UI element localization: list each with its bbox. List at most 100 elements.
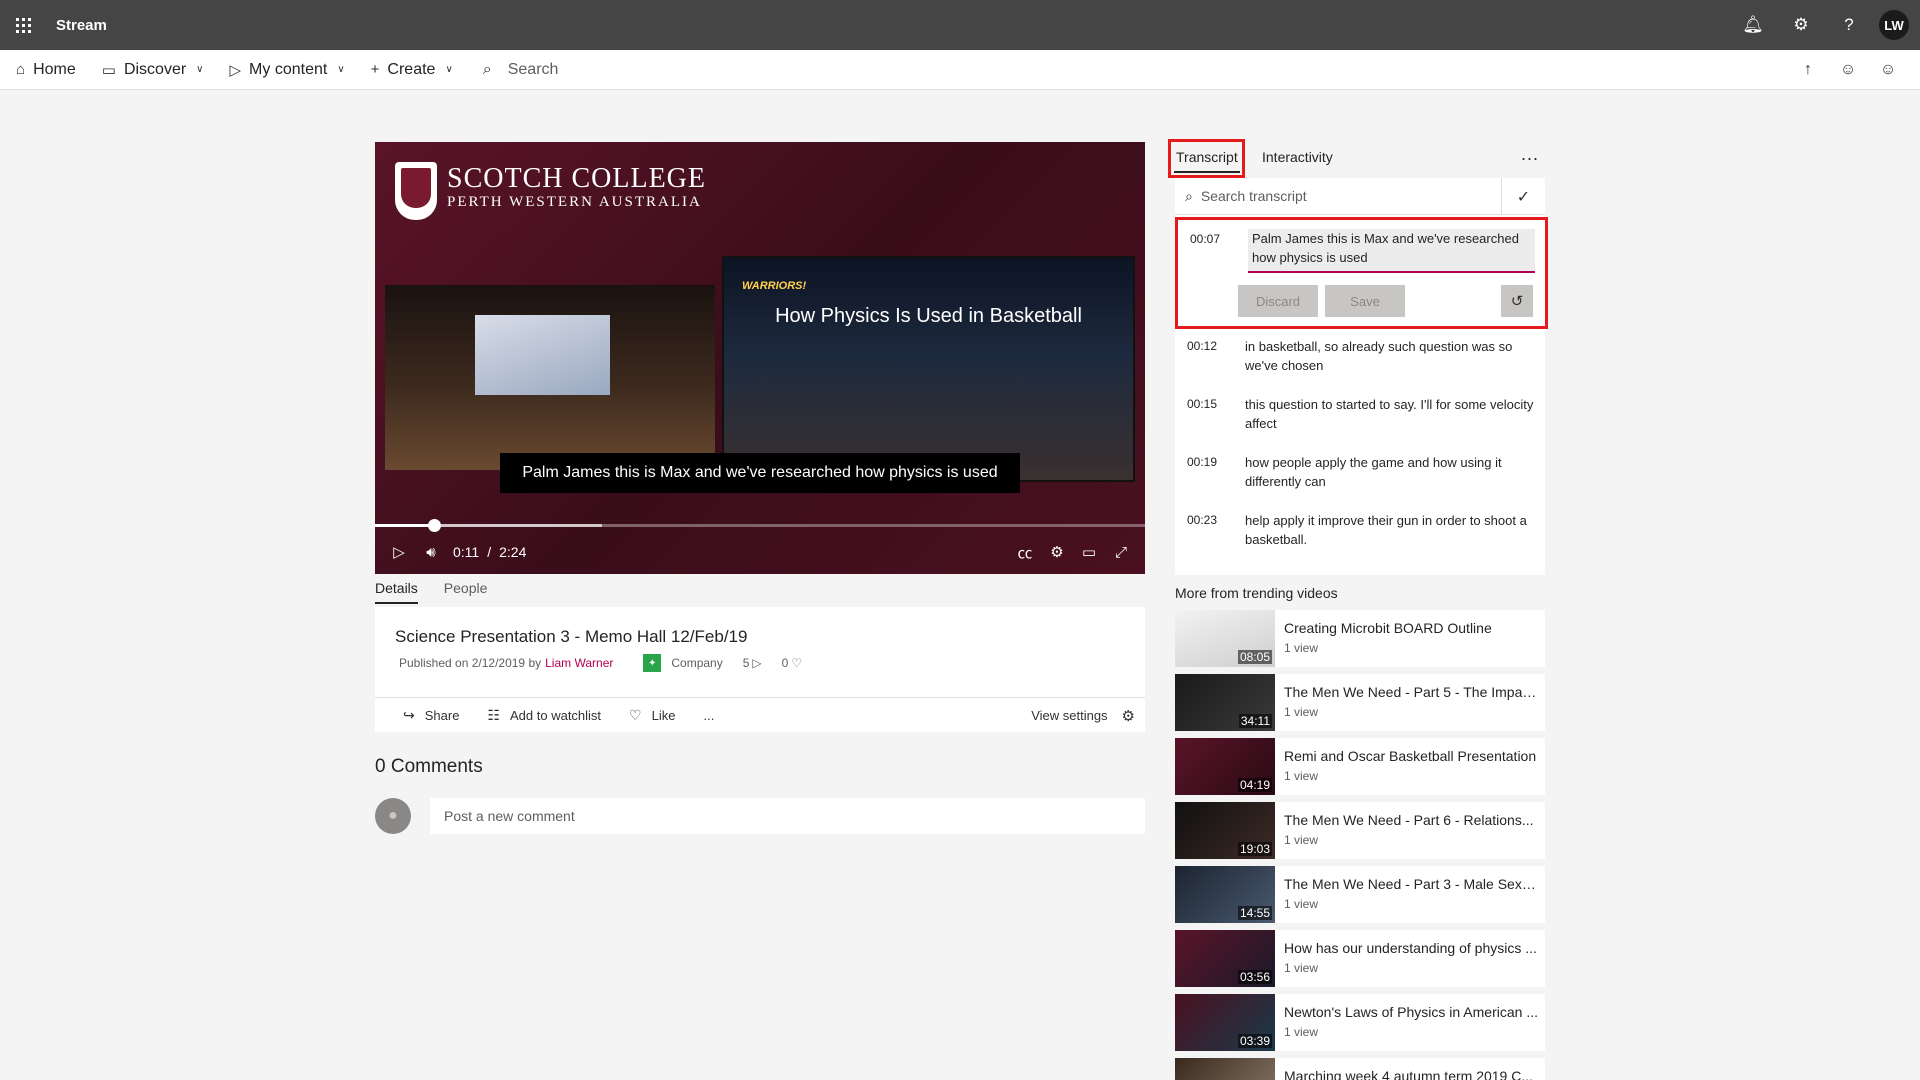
video-name[interactable]: Remi and Oscar Basketball Presentation	[1284, 748, 1539, 764]
plus-icon: +	[370, 61, 380, 78]
video-duration: 08:05	[1237, 650, 1272, 664]
fullscreen-icon[interactable]: ⤢	[1105, 544, 1137, 561]
chevron-down-icon: ∨	[337, 64, 345, 75]
transcript-time: 00:12	[1187, 339, 1218, 353]
crest-icon	[395, 162, 437, 220]
discard-button[interactable]: Discard	[1238, 285, 1318, 317]
video-thumbnail[interactable]: 04:19	[1175, 738, 1275, 795]
bell-icon[interactable]: 🔔︎	[1729, 0, 1777, 50]
view-settings-button[interactable]: View settings	[1031, 708, 1107, 723]
trending-video-item[interactable]: 19:03 The Men We Need - Part 6 - Relation…	[1175, 802, 1545, 859]
transcript-edit-box: 00:07 Palm James this is Max and we've r…	[1175, 217, 1548, 329]
suite-bar: Stream 🔔︎ ⚙︎ ? LW	[0, 0, 1920, 50]
trending-video-item[interactable]: 03:39 Newton's Laws of Physics in America…	[1175, 994, 1545, 1051]
video-thumbnail[interactable]: 03:39	[1175, 994, 1275, 1051]
inner-video-title: How Physics Is Used in Basketball	[775, 305, 1082, 327]
restore-icon[interactable]: ↺	[1501, 285, 1533, 317]
trending-video-item[interactable]: 04:19 Remi and Oscar Basketball Presentat…	[1175, 738, 1545, 795]
checkmark-icon[interactable]: ✓	[1501, 178, 1545, 215]
nav-my-content[interactable]: ▷ My content ∨	[230, 61, 345, 79]
upload-icon[interactable]: ↑	[1788, 61, 1828, 79]
app-name[interactable]: Stream	[56, 17, 107, 34]
player-controls: ▷ 🔊︎ 0:11 / 2:24 ㏄ ⚙︎ ▭ ⤢	[375, 534, 1145, 570]
school-logo: SCOTCH COLLEGE PERTH WESTERN AUSTRALIA	[395, 162, 706, 220]
video-name[interactable]: How has our understanding of physics ...	[1284, 940, 1539, 956]
video-thumbnail[interactable]: 08:05	[1175, 610, 1275, 667]
avatar: ●	[375, 798, 411, 834]
video-thumbnail[interactable]	[1175, 1058, 1275, 1080]
trending-video-item[interactable]: 14:55 The Men We Need - Part 3 - Male Sex…	[1175, 866, 1545, 923]
video-views: 1 view	[1284, 833, 1319, 847]
search-input[interactable]: ⌕ Search	[483, 61, 559, 79]
help-icon[interactable]: ?	[1825, 0, 1873, 50]
video-thumbnail[interactable]: 34:11	[1175, 674, 1275, 731]
logo-subtitle: PERTH WESTERN AUSTRALIA	[447, 194, 702, 210]
actions-bar: ↪ Share ☷ Add to watchlist ♡ Like ... Vi…	[375, 697, 1145, 732]
nav-discover[interactable]: ▭ Discover ∨	[102, 61, 204, 79]
play-icon[interactable]: ▷	[383, 543, 415, 561]
video-player[interactable]: SCOTCH COLLEGE PERTH WESTERN AUSTRALIA W…	[375, 142, 1145, 574]
nav-create[interactable]: + Create ∨	[371, 61, 453, 79]
save-button[interactable]: Save	[1325, 285, 1405, 317]
trending-video-item[interactable]: 03:56 How has our understanding of physic…	[1175, 930, 1545, 987]
add-to-watchlist-button[interactable]: ☷ Add to watchlist	[487, 707, 601, 724]
user-avatar[interactable]: LW	[1879, 10, 1909, 40]
company-icon: ✦	[643, 654, 662, 672]
video-frame-stage	[385, 285, 715, 470]
transcript-search-input[interactable]: ⌕ Search transcript ✓	[1175, 178, 1545, 215]
video-name[interactable]: The Men We Need - Part 6 - Relations...	[1284, 812, 1539, 828]
video-name[interactable]: Marching week 4 autumn term 2019 C...	[1284, 1068, 1539, 1080]
video-name[interactable]: The Men We Need - Part 3 - Male Sexu...	[1284, 876, 1539, 892]
more-options-button[interactable]: ...	[1521, 144, 1539, 165]
trending-video-item[interactable]: 08:05 Creating Microbit BOARD Outline 1 vi…	[1175, 610, 1545, 667]
settings-icon[interactable]: ⚙︎	[1041, 543, 1073, 561]
transcript-text: help apply it improve their gun in order…	[1245, 513, 1527, 547]
details-tabs: Details People	[375, 580, 513, 604]
person-icon[interactable]: ☺︎	[1828, 61, 1868, 79]
transcript-time: 00:19	[1187, 455, 1218, 469]
video-duration: 03:56	[1237, 970, 1272, 984]
trending-video-item[interactable]: Marching week 4 autumn term 2019 C...	[1175, 1058, 1545, 1080]
captions-icon[interactable]: ㏄	[1009, 542, 1041, 563]
nav-create-label: Create	[387, 60, 436, 78]
transcript-time: 00:15	[1187, 397, 1218, 411]
tab-people[interactable]: People	[444, 580, 488, 604]
company-label: Company	[671, 656, 723, 670]
progress-handle[interactable]	[427, 519, 441, 532]
feedback-smiley-icon[interactable]: ☺	[1868, 61, 1908, 79]
volume-icon[interactable]: 🔊︎	[415, 544, 447, 561]
nav-home[interactable]: ⌂ Home	[16, 61, 76, 79]
share-icon: ↪	[403, 706, 415, 723]
video-thumbnail[interactable]: 03:56	[1175, 930, 1275, 987]
trending-video-item[interactable]: 34:11 The Men We Need - Part 5 - The Impa…	[1175, 674, 1545, 731]
share-button[interactable]: ↪ Share	[403, 707, 459, 724]
video-views: 1 view	[1284, 961, 1319, 975]
gear-icon[interactable]: ⚙︎	[1122, 707, 1135, 725]
author-link[interactable]: Liam Warner	[545, 656, 613, 670]
video-thumbnail[interactable]: 19:03	[1175, 802, 1275, 859]
current-time: 0:11	[453, 544, 480, 560]
video-duration: 14:55	[1237, 906, 1272, 920]
video-name[interactable]: Newton's Laws of Physics in American ...	[1284, 1004, 1539, 1020]
video-name[interactable]: Creating Microbit BOARD Outline	[1284, 620, 1539, 636]
transcript-edit-field[interactable]: Palm James this is Max and we've researc…	[1248, 229, 1535, 273]
nav-home-label: Home	[33, 60, 76, 78]
tab-interactivity[interactable]: Interactivity	[1262, 149, 1333, 165]
more-actions-button[interactable]: ...	[703, 708, 714, 723]
comment-input[interactable]: Post a new comment	[430, 798, 1145, 834]
logo-title: SCOTCH COLLEGE	[447, 163, 706, 194]
theater-mode-icon[interactable]: ▭	[1073, 543, 1105, 561]
progress-bar[interactable]	[375, 519, 1145, 532]
app-launcher-button[interactable]	[0, 0, 46, 50]
transcript-search-placeholder: Search transcript	[1200, 188, 1307, 204]
heart-icon: ♡	[791, 656, 803, 670]
like-button[interactable]: ♡ Like	[629, 707, 675, 724]
gear-icon[interactable]: ⚙︎	[1777, 0, 1825, 50]
nav-discover-label: Discover	[123, 60, 187, 78]
search-placeholder: Search	[507, 60, 559, 78]
heart-icon: ♡	[629, 706, 642, 723]
details-card: Science Presentation 3 - Memo Hall 12/Fe…	[375, 607, 1145, 732]
tab-details[interactable]: Details	[375, 580, 418, 604]
video-thumbnail[interactable]: 14:55	[1175, 866, 1275, 923]
video-name[interactable]: The Men We Need - Part 5 - The Impac...	[1284, 684, 1539, 700]
